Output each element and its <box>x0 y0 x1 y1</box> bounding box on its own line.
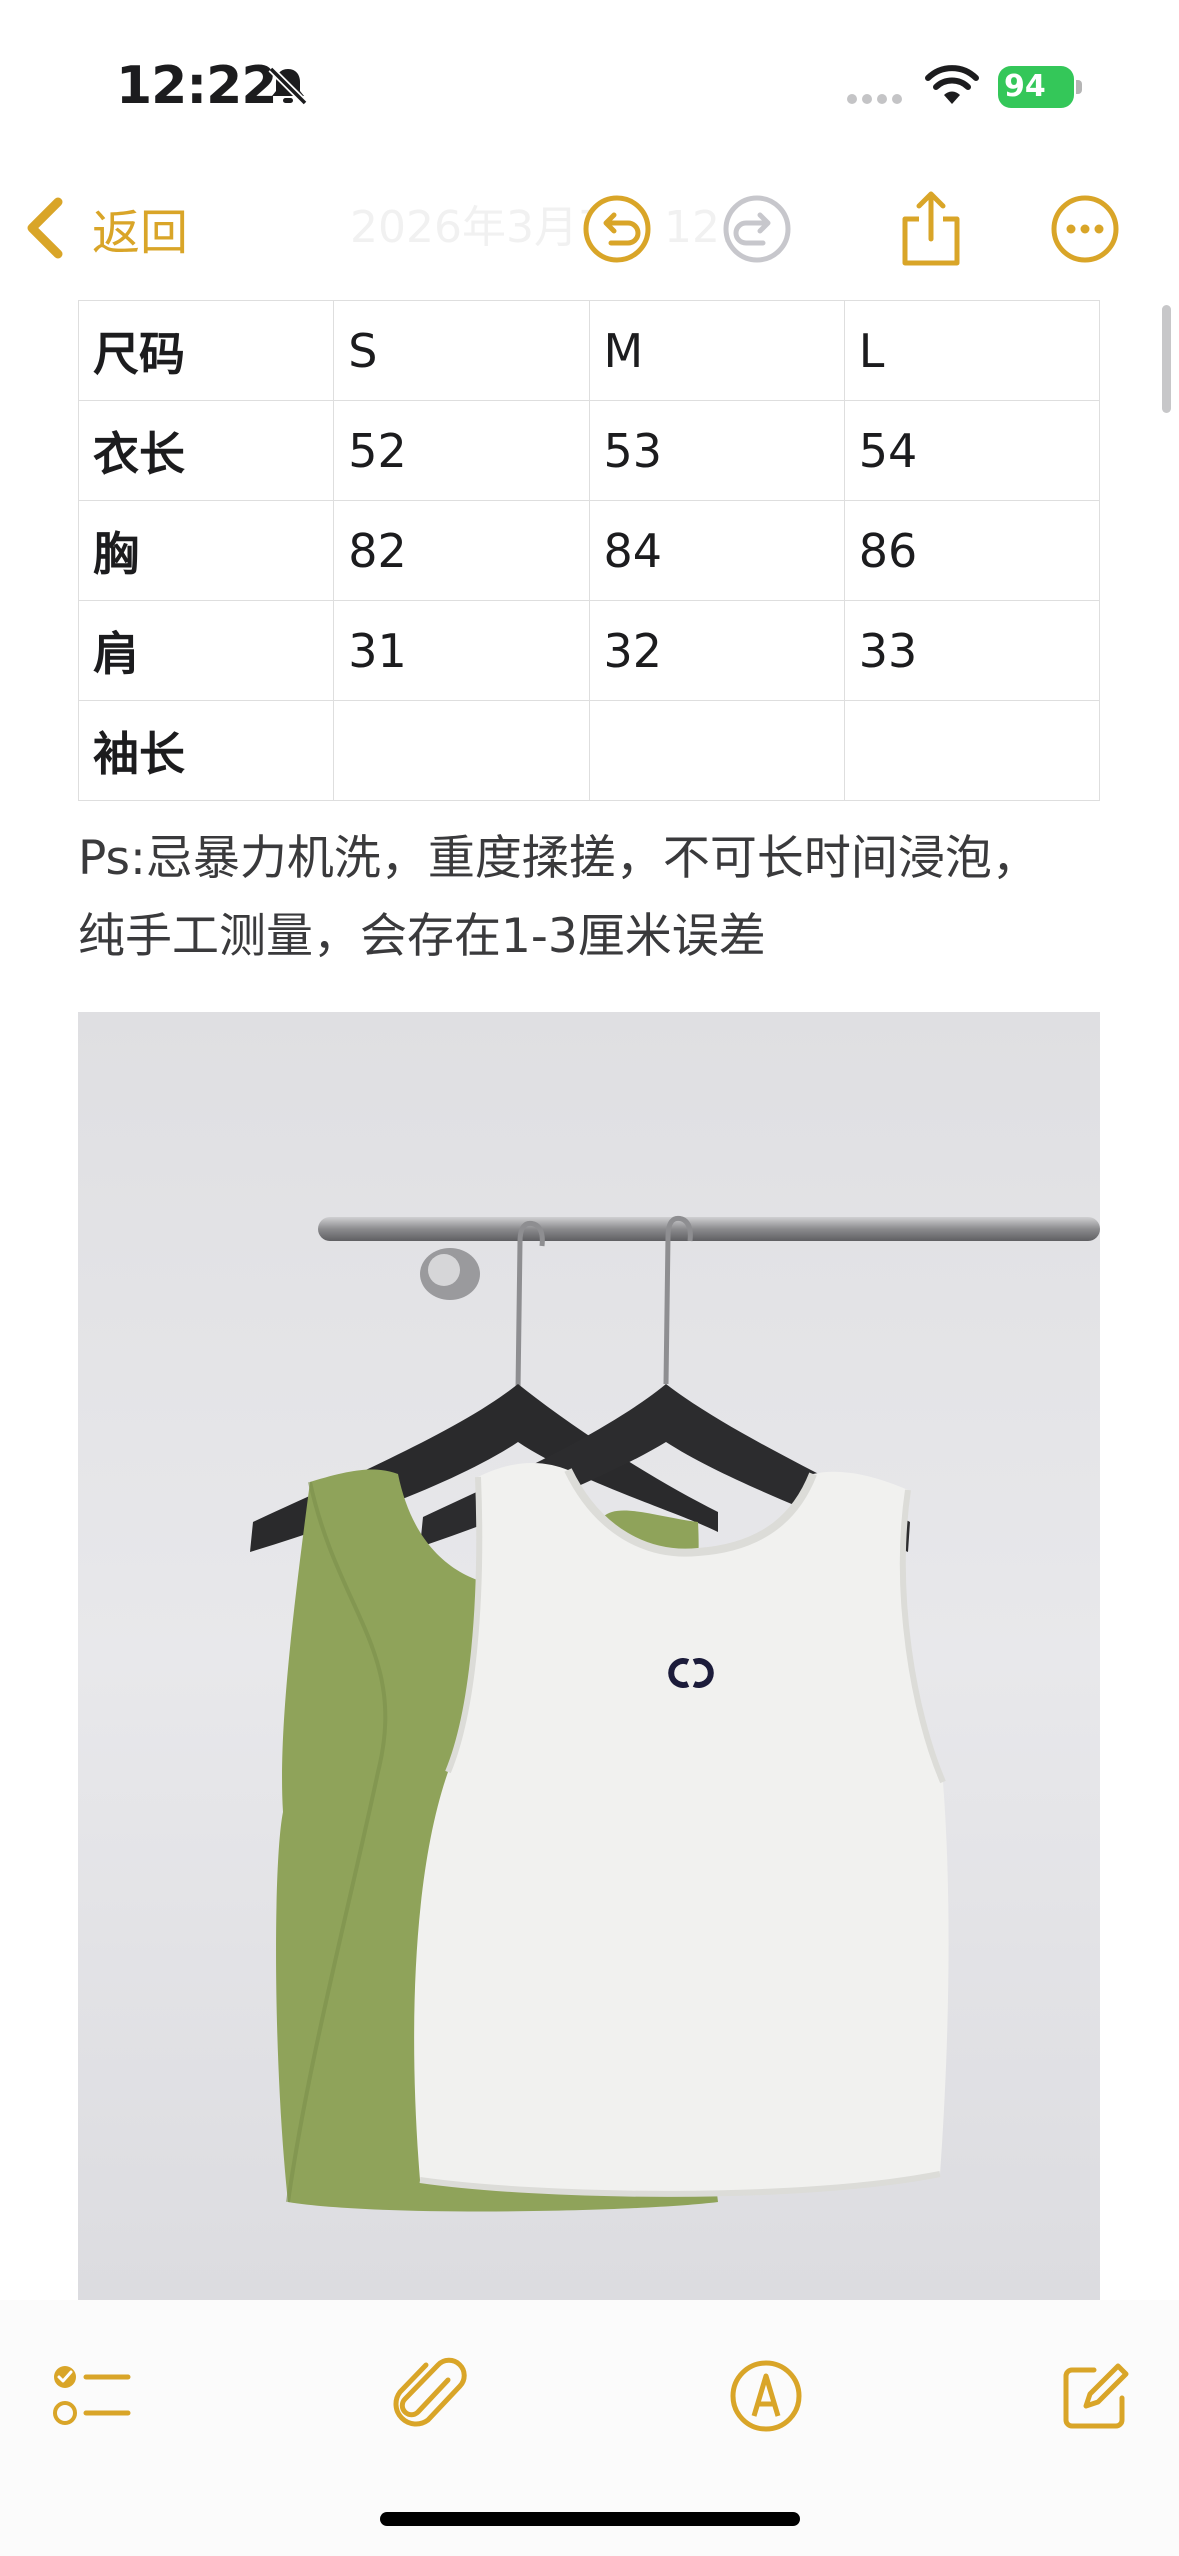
table-cell <box>588 700 845 801</box>
home-indicator[interactable] <box>380 2512 800 2526</box>
table-cell: 衣长 <box>77 400 335 501</box>
more-icon <box>1051 195 1119 263</box>
table-row: 胸 82 84 86 <box>77 500 1101 601</box>
table-cell: 32 <box>588 600 845 701</box>
table-cell <box>843 700 1101 801</box>
note-body[interactable]: 尺码 S M L 衣长 52 53 54 胸 82 84 86 肩 31 32 … <box>0 300 1179 2300</box>
care-note-line: 纯手工测量，会存在1-3厘米误差 <box>78 909 766 964</box>
table-cell: S <box>333 300 590 401</box>
redo-icon <box>723 195 791 263</box>
table-cell: 84 <box>588 500 845 601</box>
share-icon <box>902 191 960 266</box>
undo-icon <box>583 195 651 263</box>
battery-level: 94 <box>998 66 1074 108</box>
notes-screen: 12:22 94 返回 2026年3月7日 12:22 尺码 S M L 衣长 … <box>0 0 1179 2556</box>
table-cell: 54 <box>843 400 1101 501</box>
table-row: 肩 31 32 33 <box>77 600 1101 701</box>
table-cell: 胸 <box>77 500 335 601</box>
scrollbar[interactable] <box>1162 305 1171 413</box>
share-button[interactable] <box>886 184 976 274</box>
table-cell: 82 <box>333 500 590 601</box>
undo-button[interactable] <box>572 184 662 274</box>
care-note: Ps:忌暴力机洗，重度揉搓，不可长时间浸泡， 纯手工测量，会存在1-3厘米误差 <box>78 820 1118 976</box>
bell-slash-icon <box>268 66 308 106</box>
table-row: 衣长 52 53 54 <box>77 400 1101 501</box>
battery-cap <box>1076 80 1082 94</box>
product-photo-illustration <box>78 1012 1100 2300</box>
attachment-icon <box>393 2357 467 2427</box>
care-note-line: Ps:忌暴力机洗，重度揉搓，不可长时间浸泡， <box>78 831 1039 886</box>
size-table: 尺码 S M L 衣长 52 53 54 胸 82 84 86 肩 31 32 … <box>77 300 1101 801</box>
chevron-left-icon <box>27 197 63 259</box>
compose-icon <box>1063 2363 1129 2429</box>
back-button[interactable]: 返回 <box>24 192 188 264</box>
battery-icon: 94 <box>998 66 1084 108</box>
back-label: 返回 <box>92 205 189 261</box>
table-cell: 尺码 <box>77 300 335 401</box>
checklist-button[interactable] <box>42 2346 142 2446</box>
table-cell: 31 <box>333 600 590 701</box>
checklist-icon <box>53 2366 131 2425</box>
compose-button[interactable] <box>1046 2346 1146 2446</box>
table-row: 尺码 S M L <box>77 300 1101 401</box>
table-cell <box>333 700 590 801</box>
table-cell: 肩 <box>77 600 335 701</box>
markup-button[interactable] <box>716 2346 816 2446</box>
clock: 12:22 <box>116 56 278 116</box>
cellular-icon <box>847 94 902 104</box>
more-button[interactable] <box>1040 184 1130 274</box>
table-cell: M <box>588 300 845 401</box>
status-bar: 12:22 94 <box>0 0 1179 150</box>
attachment-button[interactable] <box>380 2346 480 2446</box>
nav-bar: 返回 2026年3月7日 12:22 <box>0 170 1179 290</box>
table-cell: 袖长 <box>77 700 335 801</box>
table-cell: L <box>843 300 1101 401</box>
markup-icon <box>730 2360 802 2432</box>
wifi-icon <box>925 65 979 104</box>
redo-button[interactable] <box>712 184 802 274</box>
table-cell: 33 <box>843 600 1101 701</box>
table-cell: 53 <box>588 400 845 501</box>
product-photo[interactable] <box>78 1012 1100 2300</box>
table-cell: 86 <box>843 500 1101 601</box>
table-cell: 52 <box>333 400 590 501</box>
table-row: 袖长 <box>77 700 1101 801</box>
